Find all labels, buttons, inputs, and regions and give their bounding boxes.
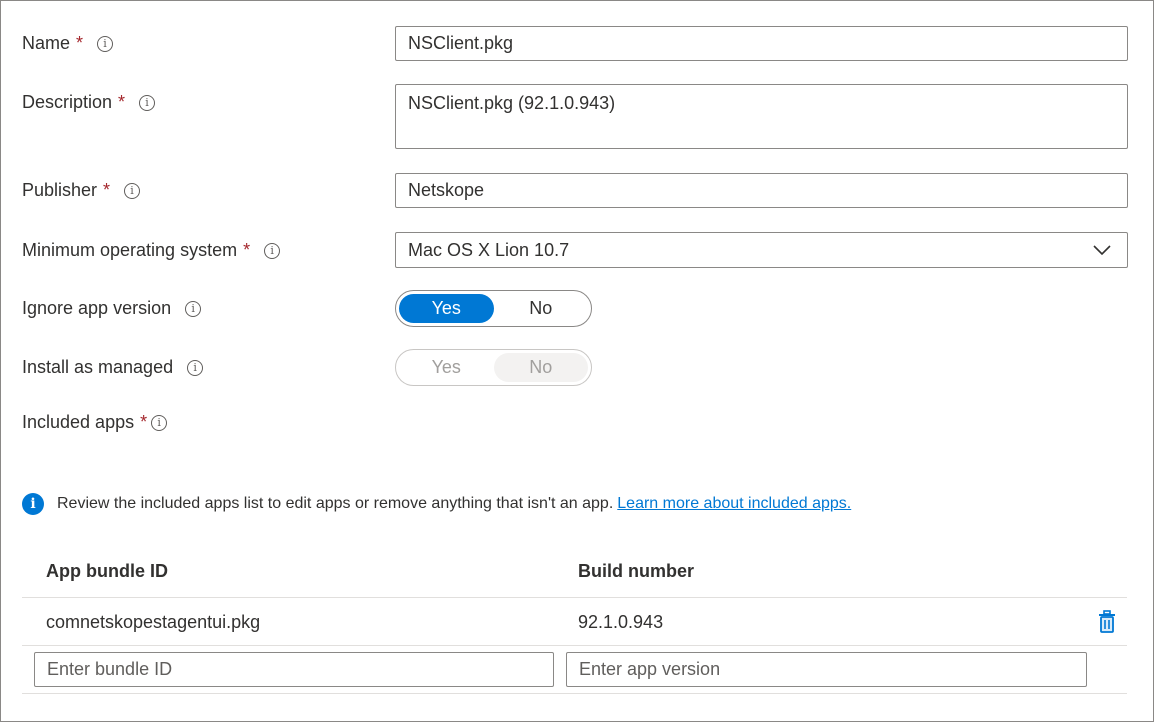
info-icon[interactable]: i: [185, 300, 202, 317]
learn-more-link[interactable]: Learn more about included apps.: [617, 495, 851, 513]
info-icon[interactable]: i: [124, 182, 141, 199]
toggle-option-no[interactable]: No: [494, 294, 589, 323]
build-number-cell: 92.1.0.943: [578, 612, 664, 632]
app-version-input[interactable]: [566, 652, 1087, 687]
info-icon[interactable]: i: [264, 242, 281, 259]
required-marker: *: [103, 180, 111, 200]
description-label-row: Description * i: [22, 92, 156, 113]
trash-icon[interactable]: [1098, 610, 1116, 634]
info-icon[interactable]: i: [139, 94, 156, 111]
toggle-option-yes: Yes: [431, 357, 461, 377]
install-as-managed-label-row: Install as managed i: [22, 357, 204, 378]
required-marker: *: [118, 92, 126, 112]
publisher-label-row: Publisher * i: [22, 180, 141, 201]
description-label: Description: [22, 92, 113, 112]
name-label-row: Name * i: [22, 33, 114, 54]
min-os-selected-value: Mac OS X Lion 10.7: [408, 239, 570, 260]
min-os-dropdown[interactable]: Mac OS X Lion 10.7: [395, 232, 1128, 268]
info-notice: i Review the included apps list to edit …: [22, 493, 851, 515]
min-os-label-row: Minimum operating system * i: [22, 240, 281, 261]
ignore-app-version-label: Ignore app version: [22, 298, 172, 318]
info-icon[interactable]: i: [187, 359, 204, 376]
required-marker: *: [76, 33, 84, 53]
bundle-id-cell: comnetskopestagentui.pkg: [46, 612, 261, 632]
table-divider: [22, 597, 1127, 598]
publisher-input[interactable]: Netskope: [395, 173, 1128, 208]
included-apps-label-row: Included apps * i: [22, 412, 168, 433]
chevron-down-icon: [1093, 245, 1111, 256]
table-divider: [22, 645, 1127, 646]
toggle-option-yes[interactable]: Yes: [399, 294, 494, 323]
info-icon[interactable]: i: [97, 35, 114, 52]
notice-text: Review the included apps list to edit ap…: [57, 495, 614, 512]
name-input[interactable]: NSClient.pkg: [395, 26, 1128, 61]
app-info-form: Name * i NSClient.pkg Description * i NS…: [0, 0, 1154, 722]
description-textarea[interactable]: NSClient.pkg (92.1.0.943): [395, 84, 1128, 149]
install-as-managed-toggle: Yes No: [395, 349, 592, 386]
info-icon[interactable]: i: [151, 414, 168, 431]
column-header-build-number: Build number: [578, 561, 694, 581]
min-os-label: Minimum operating system: [22, 240, 238, 260]
column-header-bundle-id: App bundle ID: [46, 561, 168, 581]
table-divider: [22, 693, 1127, 694]
included-apps-label: Included apps: [22, 412, 135, 432]
info-circle-icon: i: [22, 493, 44, 515]
ignore-app-version-label-row: Ignore app version i: [22, 298, 202, 319]
required-marker: *: [243, 240, 251, 260]
required-marker: *: [140, 412, 148, 432]
bundle-id-input[interactable]: [34, 652, 554, 687]
toggle-option-no: No: [493, 353, 588, 382]
name-label: Name: [22, 33, 71, 53]
publisher-label: Publisher: [22, 180, 98, 200]
install-as-managed-label: Install as managed: [22, 357, 174, 377]
ignore-app-version-toggle[interactable]: Yes No: [395, 290, 592, 327]
